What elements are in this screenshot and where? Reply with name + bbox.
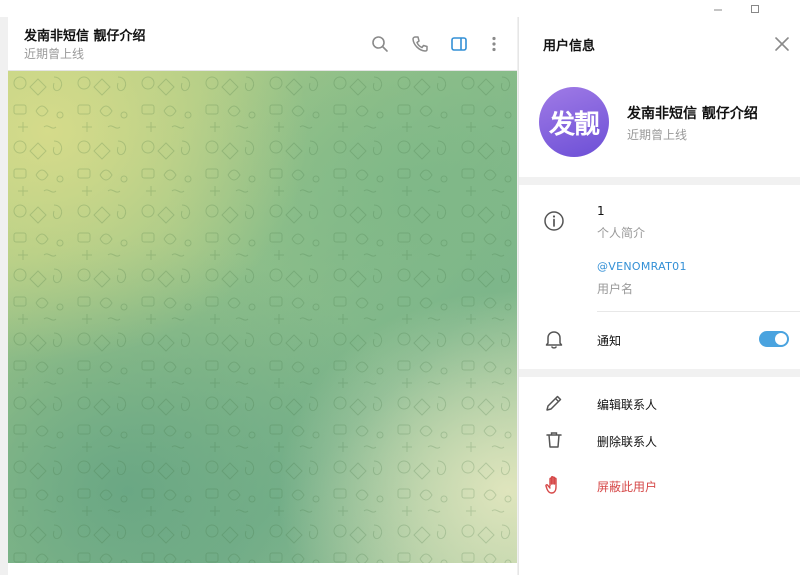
profile-name: 发南非短信 靓仔介绍 [627, 106, 758, 122]
profile-status: 近期曾上线 [627, 128, 688, 142]
block-hand-icon [541, 472, 567, 498]
block-user-button[interactable]: 屏蔽此用户 [519, 470, 800, 500]
chat-header[interactable]: 发南非短信 靓仔介绍 近期曾上线 [8, 17, 517, 71]
row-divider [597, 311, 800, 312]
edit-contact-button[interactable]: 编辑联系人 [519, 388, 800, 418]
maximize-button[interactable] [735, 0, 775, 17]
trash-icon [541, 427, 567, 453]
section-divider [519, 369, 800, 377]
chat-footer [8, 563, 517, 575]
chat-wallpaper [8, 71, 517, 563]
more-menu-button[interactable] [483, 33, 505, 55]
more-vertical-icon [492, 36, 496, 52]
bio-value[interactable]: 1 [597, 204, 605, 218]
notifications-label: 通知 [597, 334, 622, 348]
toggle-knob [775, 333, 787, 345]
bio-label: 个人简介 [597, 226, 646, 240]
pencil-icon [541, 390, 567, 416]
chat-status: 近期曾上线 [24, 47, 85, 61]
search-button[interactable] [369, 33, 391, 55]
window-titlebar [0, 0, 800, 17]
call-button[interactable] [409, 33, 431, 55]
minimize-button[interactable] [698, 0, 738, 17]
close-panel-button[interactable] [771, 33, 793, 55]
username-value[interactable]: @VENOMRAT01 [597, 260, 687, 273]
close-icon [775, 37, 789, 51]
search-icon [372, 36, 388, 52]
user-info-panel: 用户信息 发靓 发南非短信 靓仔介绍 近期曾上线 1 个人简介 @VENOMRA… [518, 17, 800, 575]
panel-title: 用户信息 [543, 39, 596, 54]
phone-icon [412, 36, 428, 52]
info-icon [541, 208, 567, 234]
delete-contact-label: 删除联系人 [597, 435, 658, 449]
username-label: 用户名 [597, 282, 634, 296]
block-user-label: 屏蔽此用户 [597, 480, 658, 494]
delete-contact-button[interactable]: 删除联系人 [519, 425, 800, 455]
toggle-info-panel-button[interactable] [448, 33, 470, 55]
maximize-icon [751, 4, 759, 13]
wallpaper-doodle-pattern [8, 71, 517, 563]
notifications-toggle[interactable] [759, 331, 789, 347]
edit-contact-label: 编辑联系人 [597, 398, 658, 412]
section-divider [519, 177, 800, 185]
chat-pane: 发南非短信 靓仔介绍 近期曾上线 [8, 17, 517, 575]
bell-icon [541, 326, 567, 352]
minimize-icon [714, 9, 722, 10]
chat-title[interactable]: 发南非短信 靓仔介绍 [24, 25, 146, 44]
avatar[interactable]: 发靓 [539, 87, 609, 157]
sidebar-toggle-icon [451, 37, 467, 51]
